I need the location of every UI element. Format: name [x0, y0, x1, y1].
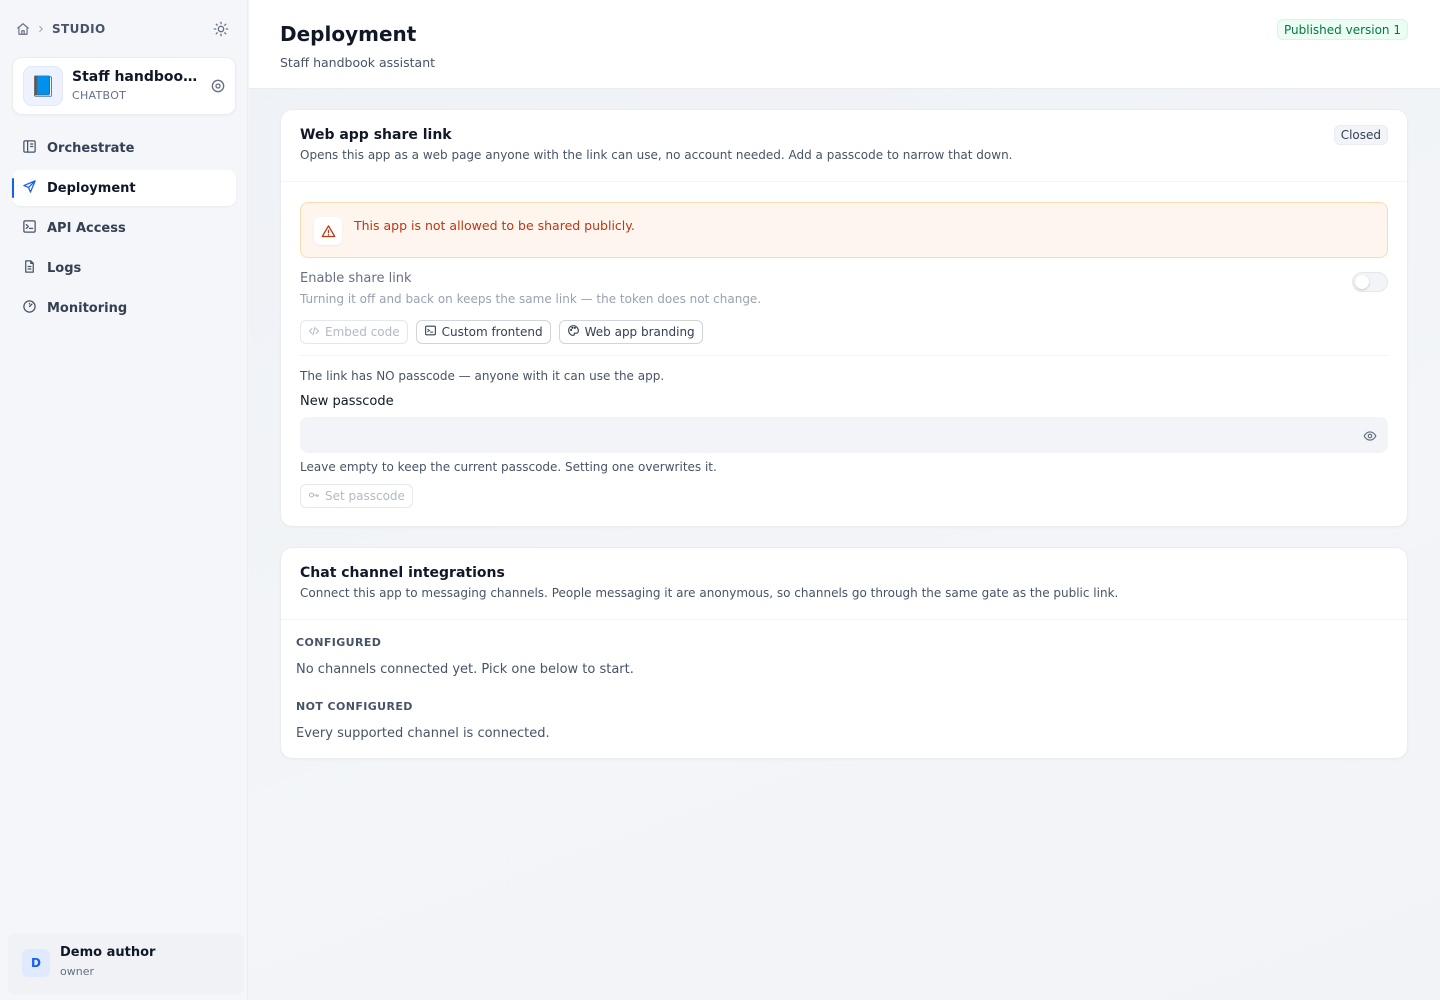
- breadcrumb: STUDIO: [16, 20, 106, 38]
- public-share-warning: This app is not allowed to be shared pub…: [300, 202, 1388, 258]
- user-role: owner: [60, 965, 94, 978]
- gauge-icon: [22, 299, 37, 318]
- configured-heading: CONFIGURED: [296, 636, 382, 649]
- status-badge: Closed: [1333, 125, 1388, 145]
- sidebar-item-label: Deployment: [47, 180, 136, 196]
- sidebar-item-monitoring[interactable]: Monitoring: [12, 290, 236, 326]
- app-type: CHATBOT: [72, 89, 127, 102]
- share-card-header: Web app share link Opens this app as a w…: [281, 110, 1407, 182]
- avatar: D: [22, 949, 50, 977]
- warning-icon: [314, 217, 342, 245]
- share-card-description: Opens this app as a web page anyone with…: [300, 148, 1013, 162]
- gear-icon[interactable]: [210, 78, 226, 94]
- channels-card-title: Chat channel integrations: [300, 565, 505, 581]
- app-name: Staff handbook assistant: [72, 69, 202, 85]
- channels-card-description: Connect this app to messaging channels. …: [300, 586, 1119, 600]
- user-profile[interactable]: D Demo author owner: [8, 933, 244, 995]
- app-emoji-icon: 📘: [23, 66, 63, 106]
- custom-frontend-button[interactable]: Custom frontend: [415, 320, 551, 344]
- share-actions: Embed code Custom frontend Web app brand…: [300, 320, 703, 344]
- file-icon: [22, 259, 37, 278]
- warning-text: This app is not allowed to be shared pub…: [354, 218, 635, 233]
- enable-share-toggle[interactable]: [1352, 272, 1388, 292]
- sidebar-item-label: Orchestrate: [47, 140, 135, 156]
- section-divider: [300, 355, 1388, 356]
- chevron-right-icon: [36, 24, 46, 34]
- share-link-card: Web app share link Opens this app as a w…: [280, 109, 1408, 527]
- chat-channels-card: Chat channel integrations Connect this a…: [280, 547, 1408, 759]
- not-configured-heading: NOT CONFIGURED: [296, 700, 413, 713]
- layout-icon: [22, 139, 37, 158]
- eye-icon[interactable]: [1363, 428, 1377, 442]
- main-content: Deployment Staff handbook assistant Publ…: [249, 0, 1440, 1000]
- sidebar-item-api-access[interactable]: API Access: [12, 210, 236, 246]
- new-passcode-input[interactable]: [300, 417, 1388, 453]
- sidebar-item-label: API Access: [47, 220, 126, 236]
- sidebar-item-deployment[interactable]: Deployment: [12, 170, 236, 206]
- app-card[interactable]: 📘 Staff handbook assistant CHATBOT: [12, 57, 236, 115]
- configured-empty-text: No channels connected yet. Pick one belo…: [296, 662, 634, 677]
- channels-card-header: Chat channel integrations Connect this a…: [281, 548, 1407, 620]
- web-app-branding-button[interactable]: Web app branding: [558, 320, 703, 344]
- page-subtitle: Staff handbook assistant: [280, 55, 436, 70]
- web-app-branding-label: Web app branding: [584, 325, 695, 339]
- sidebar-item-logs[interactable]: Logs: [12, 250, 236, 286]
- page-header: Deployment Staff handbook assistant Publ…: [249, 0, 1440, 89]
- palette-icon: [567, 324, 580, 340]
- custom-frontend-label: Custom frontend: [441, 325, 543, 339]
- embed-code-label: Embed code: [325, 325, 400, 339]
- home-icon[interactable]: [16, 22, 30, 36]
- sidebar-item-label: Logs: [47, 260, 82, 276]
- new-passcode-label: New passcode: [300, 394, 394, 409]
- key-icon: [308, 489, 320, 504]
- breadcrumb-studio[interactable]: STUDIO: [52, 22, 106, 36]
- send-icon: [22, 179, 37, 198]
- embed-code-button[interactable]: Embed code: [300, 320, 408, 344]
- not-configured-empty-text: Every supported channel is connected.: [296, 726, 550, 741]
- terminal-icon: [22, 219, 37, 238]
- sidebar-item-label: Monitoring: [47, 300, 128, 316]
- share-card-title: Web app share link: [300, 127, 452, 143]
- set-passcode-button[interactable]: Set passcode: [300, 484, 413, 508]
- sidebar-item-orchestrate[interactable]: Orchestrate: [12, 130, 236, 166]
- code-icon: [308, 325, 320, 340]
- user-name: Demo author: [60, 945, 156, 960]
- set-passcode-label: Set passcode: [325, 489, 405, 503]
- toggle-knob: [1355, 275, 1369, 289]
- sun-icon[interactable]: [213, 21, 231, 39]
- passcode-help: Leave empty to keep the current passcode…: [300, 460, 717, 474]
- passcode-status: The link has NO passcode — anyone with i…: [300, 369, 665, 383]
- published-version-badge: Published version 1: [1277, 19, 1408, 40]
- terminal-icon: [424, 324, 437, 340]
- enable-share-label: Enable share link: [300, 271, 412, 286]
- page-title: Deployment: [280, 22, 417, 46]
- sidebar: STUDIO 📘 Staff handbook assistant CHATBO…: [0, 0, 248, 1000]
- enable-share-help: Turning it off and back on keeps the sam…: [300, 292, 762, 306]
- sidebar-nav: Orchestrate Deployment API Access Logs M…: [12, 130, 236, 330]
